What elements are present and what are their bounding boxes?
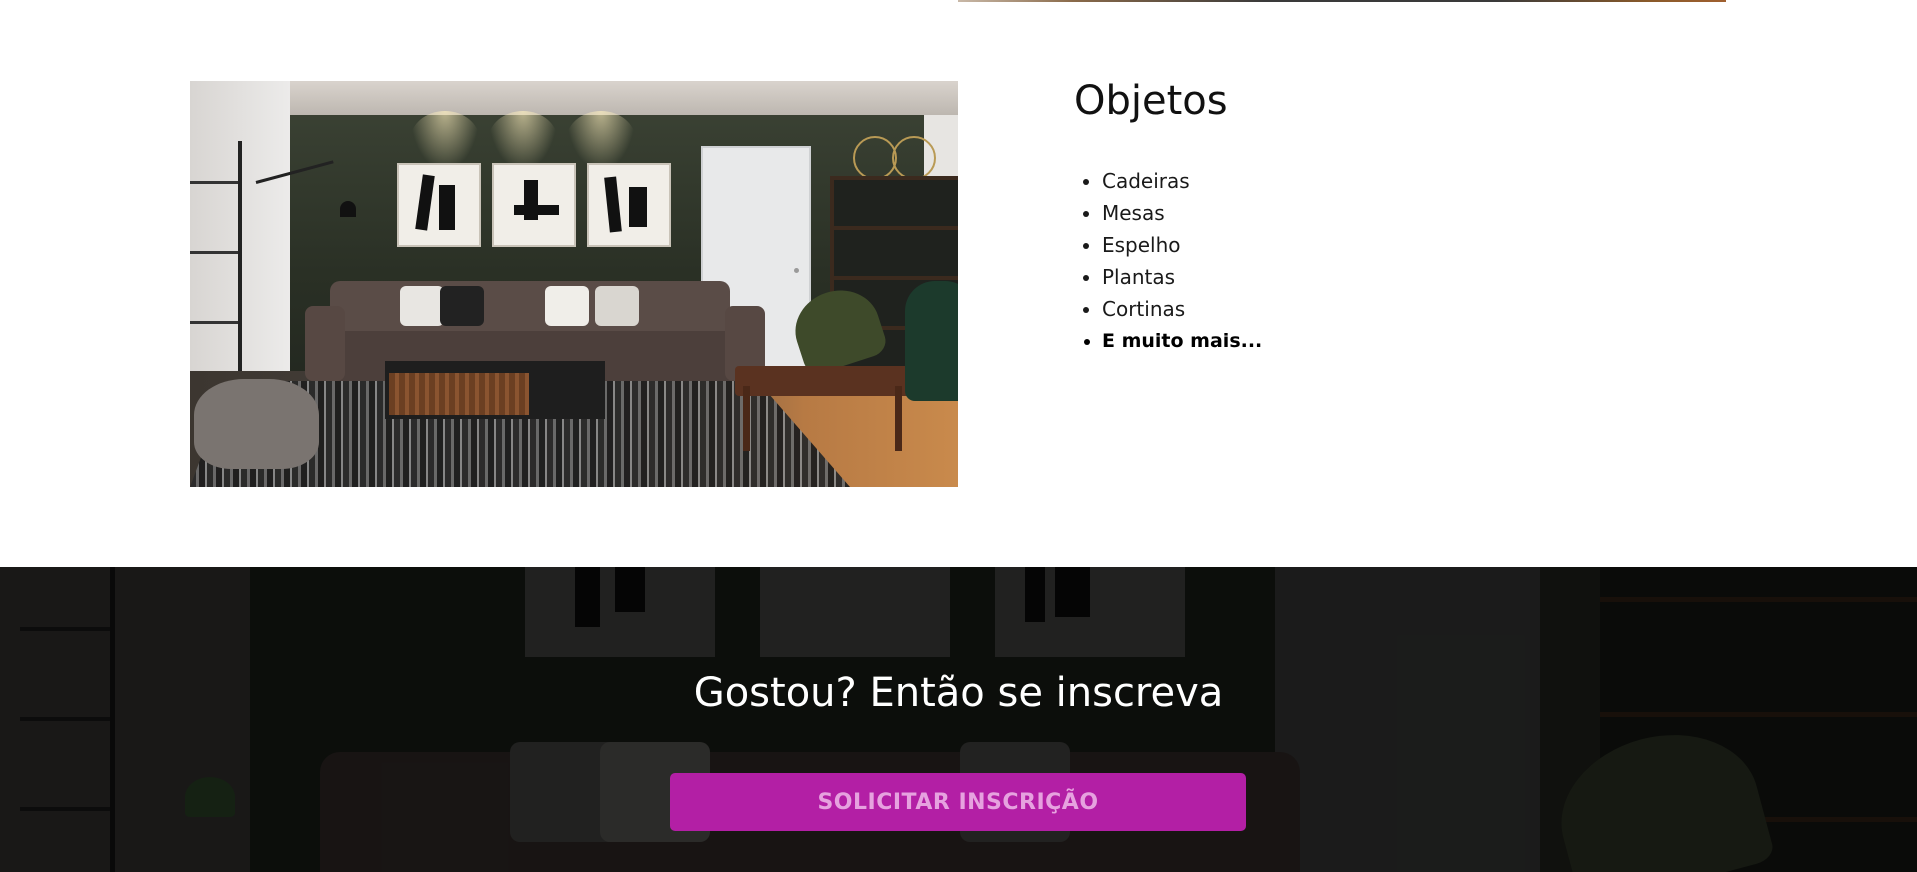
request-subscription-button[interactable]: SOLICITAR INSCRIÇÃO xyxy=(670,773,1246,831)
objetos-list: Cadeiras Mesas Espelho Plantas Cortinas … xyxy=(1074,165,1262,357)
objetos-heading: Objetos xyxy=(1074,78,1228,124)
list-item: Cortinas xyxy=(1102,293,1262,325)
list-item: Plantas xyxy=(1102,261,1262,293)
subscribe-heading: Gostou? Então se inscreva xyxy=(693,670,1224,716)
living-room-image xyxy=(190,81,958,487)
list-item: Espelho xyxy=(1102,229,1262,261)
list-item: Cadeiras xyxy=(1102,165,1262,197)
top-divider-strip xyxy=(958,0,1726,2)
list-item: Mesas xyxy=(1102,197,1262,229)
list-item-more: E muito mais... xyxy=(1102,325,1262,357)
